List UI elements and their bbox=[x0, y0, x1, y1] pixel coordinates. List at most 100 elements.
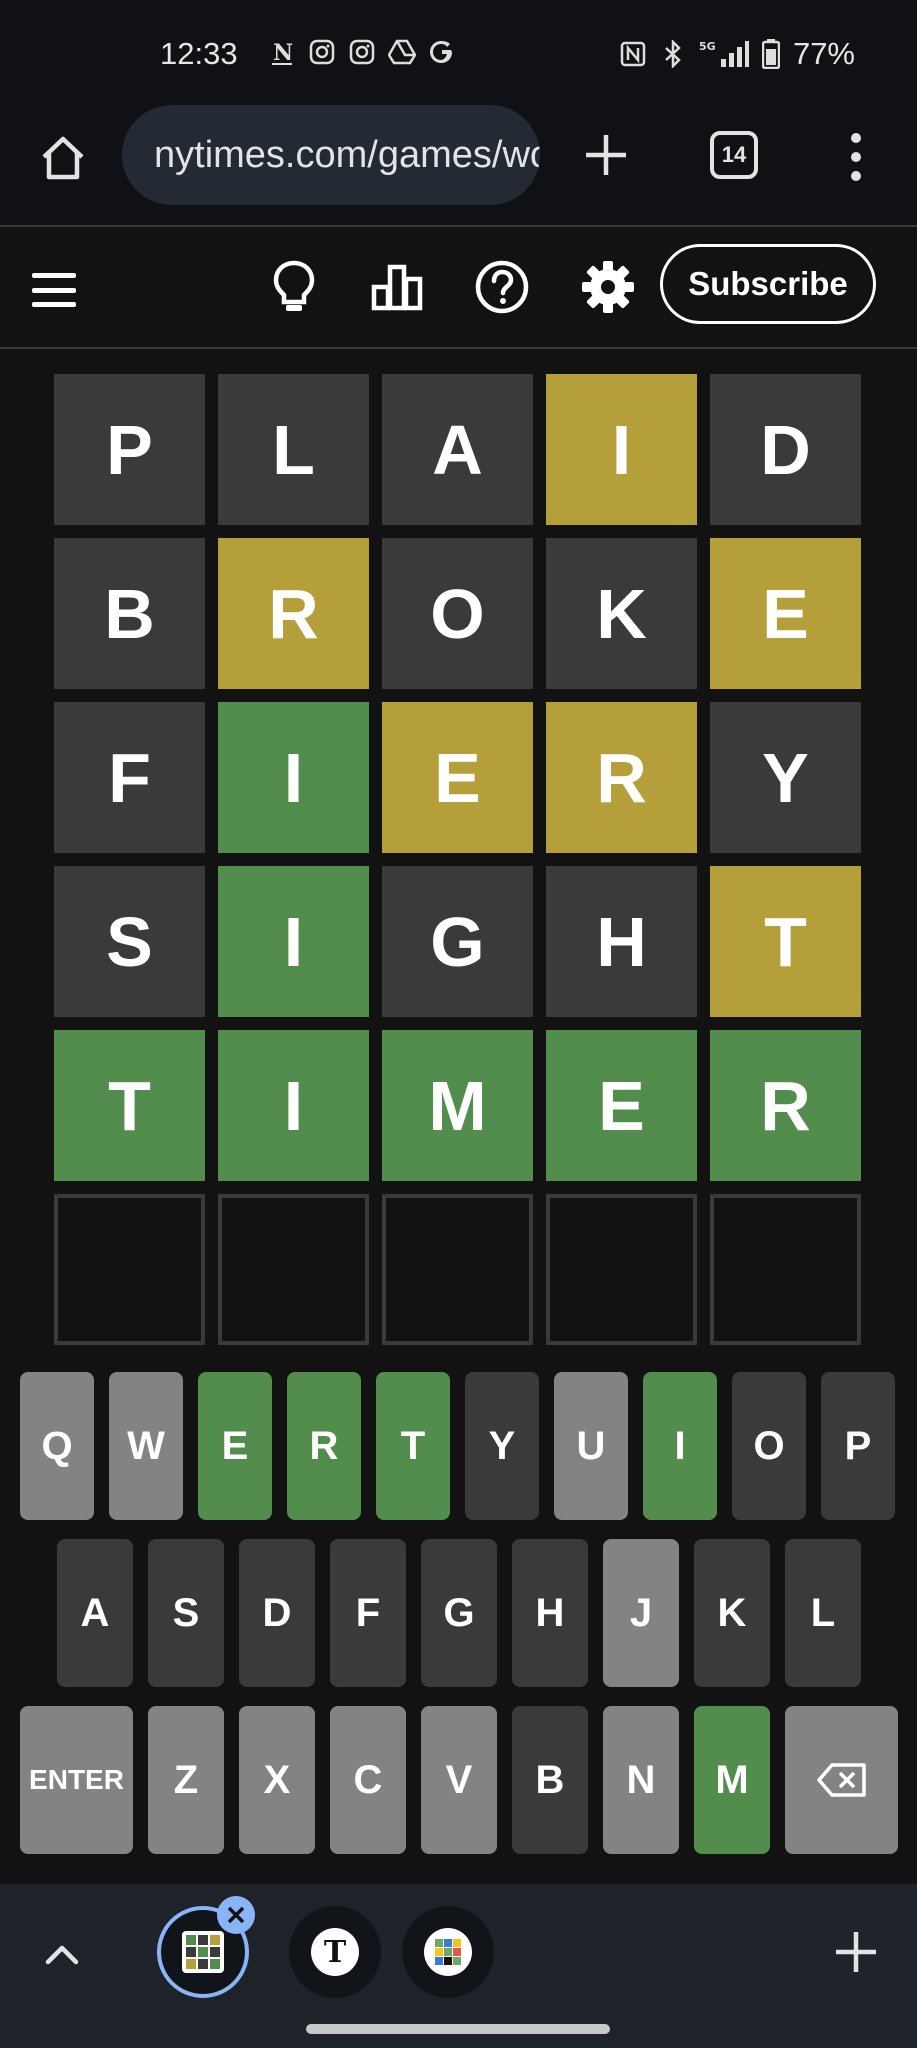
key-z[interactable]: Z bbox=[148, 1706, 224, 1854]
board-row: PLAID bbox=[54, 374, 862, 525]
browser-toolbar: nytimes.com/games/wordle 14 bbox=[0, 105, 917, 225]
bar-chart-icon bbox=[371, 264, 423, 311]
wordle-favicon-icon bbox=[182, 1931, 224, 1973]
tile-correct: T bbox=[54, 1030, 205, 1181]
nytimes-notification-icon: N bbox=[268, 38, 296, 66]
tile-absent: G bbox=[382, 866, 533, 1017]
key-m[interactable]: M bbox=[694, 1706, 770, 1854]
new-tab-plus-icon[interactable] bbox=[832, 1928, 880, 1976]
bluetooth-icon bbox=[659, 40, 687, 68]
key-s[interactable]: S bbox=[148, 1539, 224, 1687]
key-w[interactable]: W bbox=[109, 1372, 183, 1520]
tile-empty bbox=[218, 1194, 369, 1345]
question-mark-icon bbox=[475, 260, 529, 314]
tile-present: R bbox=[546, 702, 697, 853]
url-text[interactable]: nytimes.com/games/wordle bbox=[154, 134, 540, 177]
key-d[interactable]: D bbox=[239, 1539, 315, 1687]
home-button[interactable] bbox=[34, 129, 92, 187]
key-k[interactable]: K bbox=[694, 1539, 770, 1687]
game-header: Subscribe bbox=[0, 227, 917, 347]
key-h[interactable]: H bbox=[512, 1539, 588, 1687]
tile-absent: S bbox=[54, 866, 205, 1017]
enter-key[interactable]: ENTER bbox=[20, 1706, 133, 1854]
key-l[interactable]: L bbox=[785, 1539, 861, 1687]
tile-present: E bbox=[382, 702, 533, 853]
battery-percent: 77% bbox=[792, 36, 855, 71]
backspace-key[interactable] bbox=[785, 1706, 898, 1854]
tile-empty bbox=[54, 1194, 205, 1345]
keyboard-row: ASDFGHJKL bbox=[57, 1539, 861, 1687]
key-j[interactable]: J bbox=[603, 1539, 679, 1687]
new-tab-button[interactable] bbox=[578, 127, 634, 183]
drive-icon bbox=[388, 38, 416, 66]
subscribe-button[interactable]: Subscribe bbox=[660, 244, 876, 324]
tile-absent: K bbox=[546, 538, 697, 689]
google-icon bbox=[428, 38, 456, 66]
nytimes-logo-icon: T bbox=[311, 1928, 359, 1976]
key-a[interactable]: A bbox=[57, 1539, 133, 1687]
key-n[interactable]: N bbox=[603, 1706, 679, 1854]
board-row: TIMER bbox=[54, 1030, 862, 1181]
key-p[interactable]: P bbox=[821, 1372, 895, 1520]
hamburger-line bbox=[32, 273, 76, 278]
close-icon bbox=[227, 1906, 245, 1924]
hint-button[interactable] bbox=[264, 257, 324, 317]
address-bar[interactable]: nytimes.com/games/wordle bbox=[122, 105, 540, 205]
key-u[interactable]: U bbox=[554, 1372, 628, 1520]
key-t[interactable]: T bbox=[376, 1372, 450, 1520]
tile-absent: D bbox=[710, 374, 861, 525]
tile-present: R bbox=[218, 538, 369, 689]
keyboard-row: ENTER Z X C V B N M bbox=[20, 1706, 898, 1854]
tile-absent: H bbox=[546, 866, 697, 1017]
hamburger-menu-button[interactable] bbox=[32, 273, 76, 307]
tab-switcher-button[interactable]: 14 bbox=[710, 131, 758, 179]
key-g[interactable]: G bbox=[421, 1539, 497, 1687]
lightbulb-icon bbox=[273, 260, 315, 311]
plus-icon bbox=[586, 135, 626, 175]
tile-absent: Y bbox=[710, 702, 861, 853]
status-time: 12:33 bbox=[160, 36, 238, 71]
tile-absent: F bbox=[54, 702, 205, 853]
board-row: SIGHT bbox=[54, 866, 862, 1017]
nfc-icon bbox=[619, 40, 647, 68]
key-b[interactable]: B bbox=[512, 1706, 588, 1854]
dot bbox=[851, 171, 861, 181]
tile-absent: O bbox=[382, 538, 533, 689]
key-f[interactable]: F bbox=[330, 1539, 406, 1687]
home-icon bbox=[42, 136, 84, 180]
instagram-icon bbox=[348, 38, 376, 66]
tile-present: I bbox=[546, 374, 697, 525]
key-o[interactable]: O bbox=[732, 1372, 806, 1520]
tile-absent: B bbox=[54, 538, 205, 689]
key-r[interactable]: R bbox=[287, 1372, 361, 1520]
key-e[interactable]: E bbox=[198, 1372, 272, 1520]
status-bar: 12:33 N 5G 77% bbox=[0, 0, 917, 105]
settings-button[interactable] bbox=[578, 257, 638, 317]
gesture-home-indicator[interactable] bbox=[306, 2024, 610, 2034]
key-v[interactable]: V bbox=[421, 1706, 497, 1854]
help-button[interactable] bbox=[472, 257, 532, 317]
keyboard-row: QWERTYUIOP bbox=[20, 1372, 895, 1520]
tile-present: E bbox=[710, 538, 861, 689]
hamburger-line bbox=[32, 287, 76, 293]
nyt-games-tab[interactable] bbox=[402, 1906, 494, 1998]
board-row: BROKE bbox=[54, 538, 862, 689]
key-c[interactable]: C bbox=[330, 1706, 406, 1854]
network-label: 5G bbox=[699, 40, 716, 53]
key-y[interactable]: Y bbox=[465, 1372, 539, 1520]
tile-absent: L bbox=[218, 374, 369, 525]
stats-button[interactable] bbox=[367, 257, 427, 317]
key-x[interactable]: X bbox=[239, 1706, 315, 1854]
board-row bbox=[54, 1194, 862, 1345]
board-row: FIERY bbox=[54, 702, 862, 853]
dot bbox=[851, 152, 861, 162]
tile-absent: A bbox=[382, 374, 533, 525]
key-q[interactable]: Q bbox=[20, 1372, 94, 1520]
tile-present: T bbox=[710, 866, 861, 1017]
chevron-up-icon[interactable] bbox=[40, 1934, 84, 1978]
svg-text:N: N bbox=[273, 40, 293, 66]
overflow-menu-button[interactable] bbox=[840, 127, 872, 187]
key-i[interactable]: I bbox=[643, 1372, 717, 1520]
nytimes-tab[interactable]: T bbox=[289, 1906, 381, 1998]
close-tab-button[interactable] bbox=[217, 1896, 255, 1934]
